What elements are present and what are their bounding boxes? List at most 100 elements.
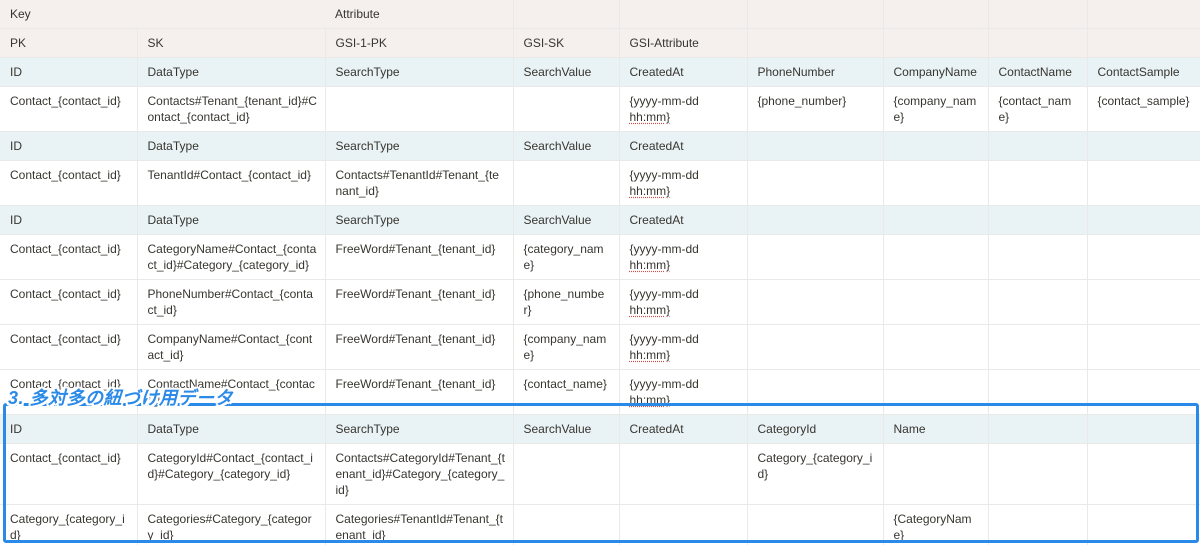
column-header-cell: ID [0,205,138,235]
table-cell [747,234,884,280]
column-header-cell [883,131,989,161]
created-at-cell: {yyyy-mm-dd hh:mm} [619,160,748,206]
table-cell [988,504,1088,545]
dynamodb-table-design: Key Attribute PK SK GSI-1-PK GSI-SK GSI-… [0,0,1200,545]
column-header-cell: CategoryId [747,414,884,444]
time-part: hh:mm} [629,348,671,362]
column-header-cell [747,131,884,161]
table-cell [883,279,989,325]
attribute-group-header: Attribute [325,0,514,29]
date-part: {yyyy-mm-dd [629,377,699,391]
created-at-cell: {yyyy-mm-dd hh:mm} [619,86,748,132]
header-spacer [747,0,884,29]
column-header-cell: ContactName [988,57,1088,87]
table-cell: Categories#TenantId#Tenant_{tenant_id} [325,504,514,545]
table-cell: Category_{category_id} [747,443,884,505]
time-part: hh:mm} [629,184,671,198]
subheader-cell: GSI-1-PK [325,28,514,58]
key-subheader-row: PK SK GSI-1-PK GSI-SK GSI-Attribute [0,28,1200,58]
column-header-cell: CreatedAt [619,205,748,235]
table-cell [325,86,514,132]
time-part: hh:mm} [629,110,671,124]
table-cell: Contacts#TenantId#Tenant_{tenant_id} [325,160,514,206]
column-header-cell: SearchType [325,414,514,444]
table-cell: CompanyName#Contact_{contact_id} [137,324,326,370]
table-row: Category_{category_id} Categories#Categor… [0,504,1200,545]
table-cell: {CategoryName} [883,504,989,545]
column-header-row: ID DataType SearchType SearchValue CreatedAt… [0,414,1200,444]
column-header-cell: ID [0,131,138,161]
table-cell [883,234,989,280]
column-header-cell: ID [0,57,138,87]
table-cell [747,369,884,415]
time-part: hh:mm} [629,258,671,272]
subheader-cell: PK [0,28,138,58]
column-header-cell: SearchValue [513,414,620,444]
table-body: Key Attribute PK SK GSI-1-PK GSI-SK GSI-… [0,0,1200,545]
table-cell [1087,324,1200,370]
table-cell [988,279,1088,325]
column-header-row: ID DataType SearchType SearchValue CreatedAt [0,205,1200,235]
table-cell [747,279,884,325]
header-spacer [883,0,989,29]
table-cell: Contact_{contact_id} [0,86,138,132]
column-header-cell [1087,414,1200,444]
table-cell [513,86,620,132]
table-cell: Category_{category_id} [0,504,138,545]
table-cell [1087,443,1200,505]
column-header-row: ID DataType SearchType SearchValue CreatedAt [0,131,1200,161]
table-row: Contact_{contact_id} Contacts#Tenant_{ten… [0,86,1200,132]
table-cell: Contact_{contact_id} [0,160,138,206]
table-cell: FreeWord#Tenant_{tenant_id} [325,324,514,370]
table-row: Contact_{contact_id} CategoryId#Contact_{… [0,443,1200,505]
table-cell [883,443,989,505]
subheader-cell [883,28,989,58]
table-cell [1087,369,1200,415]
table-cell: {contact_name} [988,86,1088,132]
table-cell: PhoneNumber#Contact_{contact_id} [137,279,326,325]
table-cell [1087,504,1200,545]
column-header-cell: Name [883,414,989,444]
table-cell: TenantId#Contact_{contact_id} [137,160,326,206]
column-header-cell: PhoneNumber [747,57,884,87]
table-cell: {phone_number} [513,279,620,325]
table-cell: Contacts#CategoryId#Tenant_{tenant_id}#C… [325,443,514,505]
table-row: Contact_{contact_id} CategoryName#Contact… [0,234,1200,280]
table-cell: {phone_number} [747,86,884,132]
column-header-cell [1087,131,1200,161]
many-to-many-annotation: 3. 多対多の紐づけ用データ [8,388,234,408]
design-table: Key Attribute PK SK GSI-1-PK GSI-SK GSI-… [0,0,1200,545]
key-group-header: Key [0,0,325,29]
column-header-cell: ID [0,414,138,444]
table-cell: Contact_{contact_id} [0,279,138,325]
table-cell [988,443,1088,505]
column-header-cell: SearchValue [513,57,620,87]
column-header-cell [988,414,1088,444]
table-cell [747,504,884,545]
table-cell [988,234,1088,280]
date-part: {yyyy-mm-dd [629,242,699,256]
table-cell: FreeWord#Tenant_{tenant_id} [325,234,514,280]
table-cell: {contact_sample} [1087,86,1200,132]
table-cell: FreeWord#Tenant_{tenant_id} [325,279,514,325]
column-header-cell: SearchType [325,57,514,87]
table-cell: {contact_name} [513,369,620,415]
column-header-cell: DataType [137,131,326,161]
date-part: {yyyy-mm-dd [629,94,699,108]
column-header-cell: CreatedAt [619,414,748,444]
time-part: hh:mm} [629,303,671,317]
time-part: hh:mm} [629,393,671,407]
column-header-cell [1087,205,1200,235]
column-header-cell: SearchType [325,205,514,235]
table-cell: Contact_{contact_id} [0,443,138,505]
header-spacer [619,0,748,29]
subheader-cell: SK [137,28,326,58]
column-header-cell: CreatedAt [619,131,748,161]
column-header-cell: SearchValue [513,205,620,235]
table-cell: {company_name} [883,86,989,132]
table-cell: Contacts#Tenant_{tenant_id}#Contact_{con… [137,86,326,132]
date-part: {yyyy-mm-dd [629,287,699,301]
table-row: Contact_{contact_id} PhoneNumber#Contact_… [0,279,1200,325]
table-cell [619,504,748,545]
table-row: Contact_{contact_id} CompanyName#Contact_… [0,324,1200,370]
